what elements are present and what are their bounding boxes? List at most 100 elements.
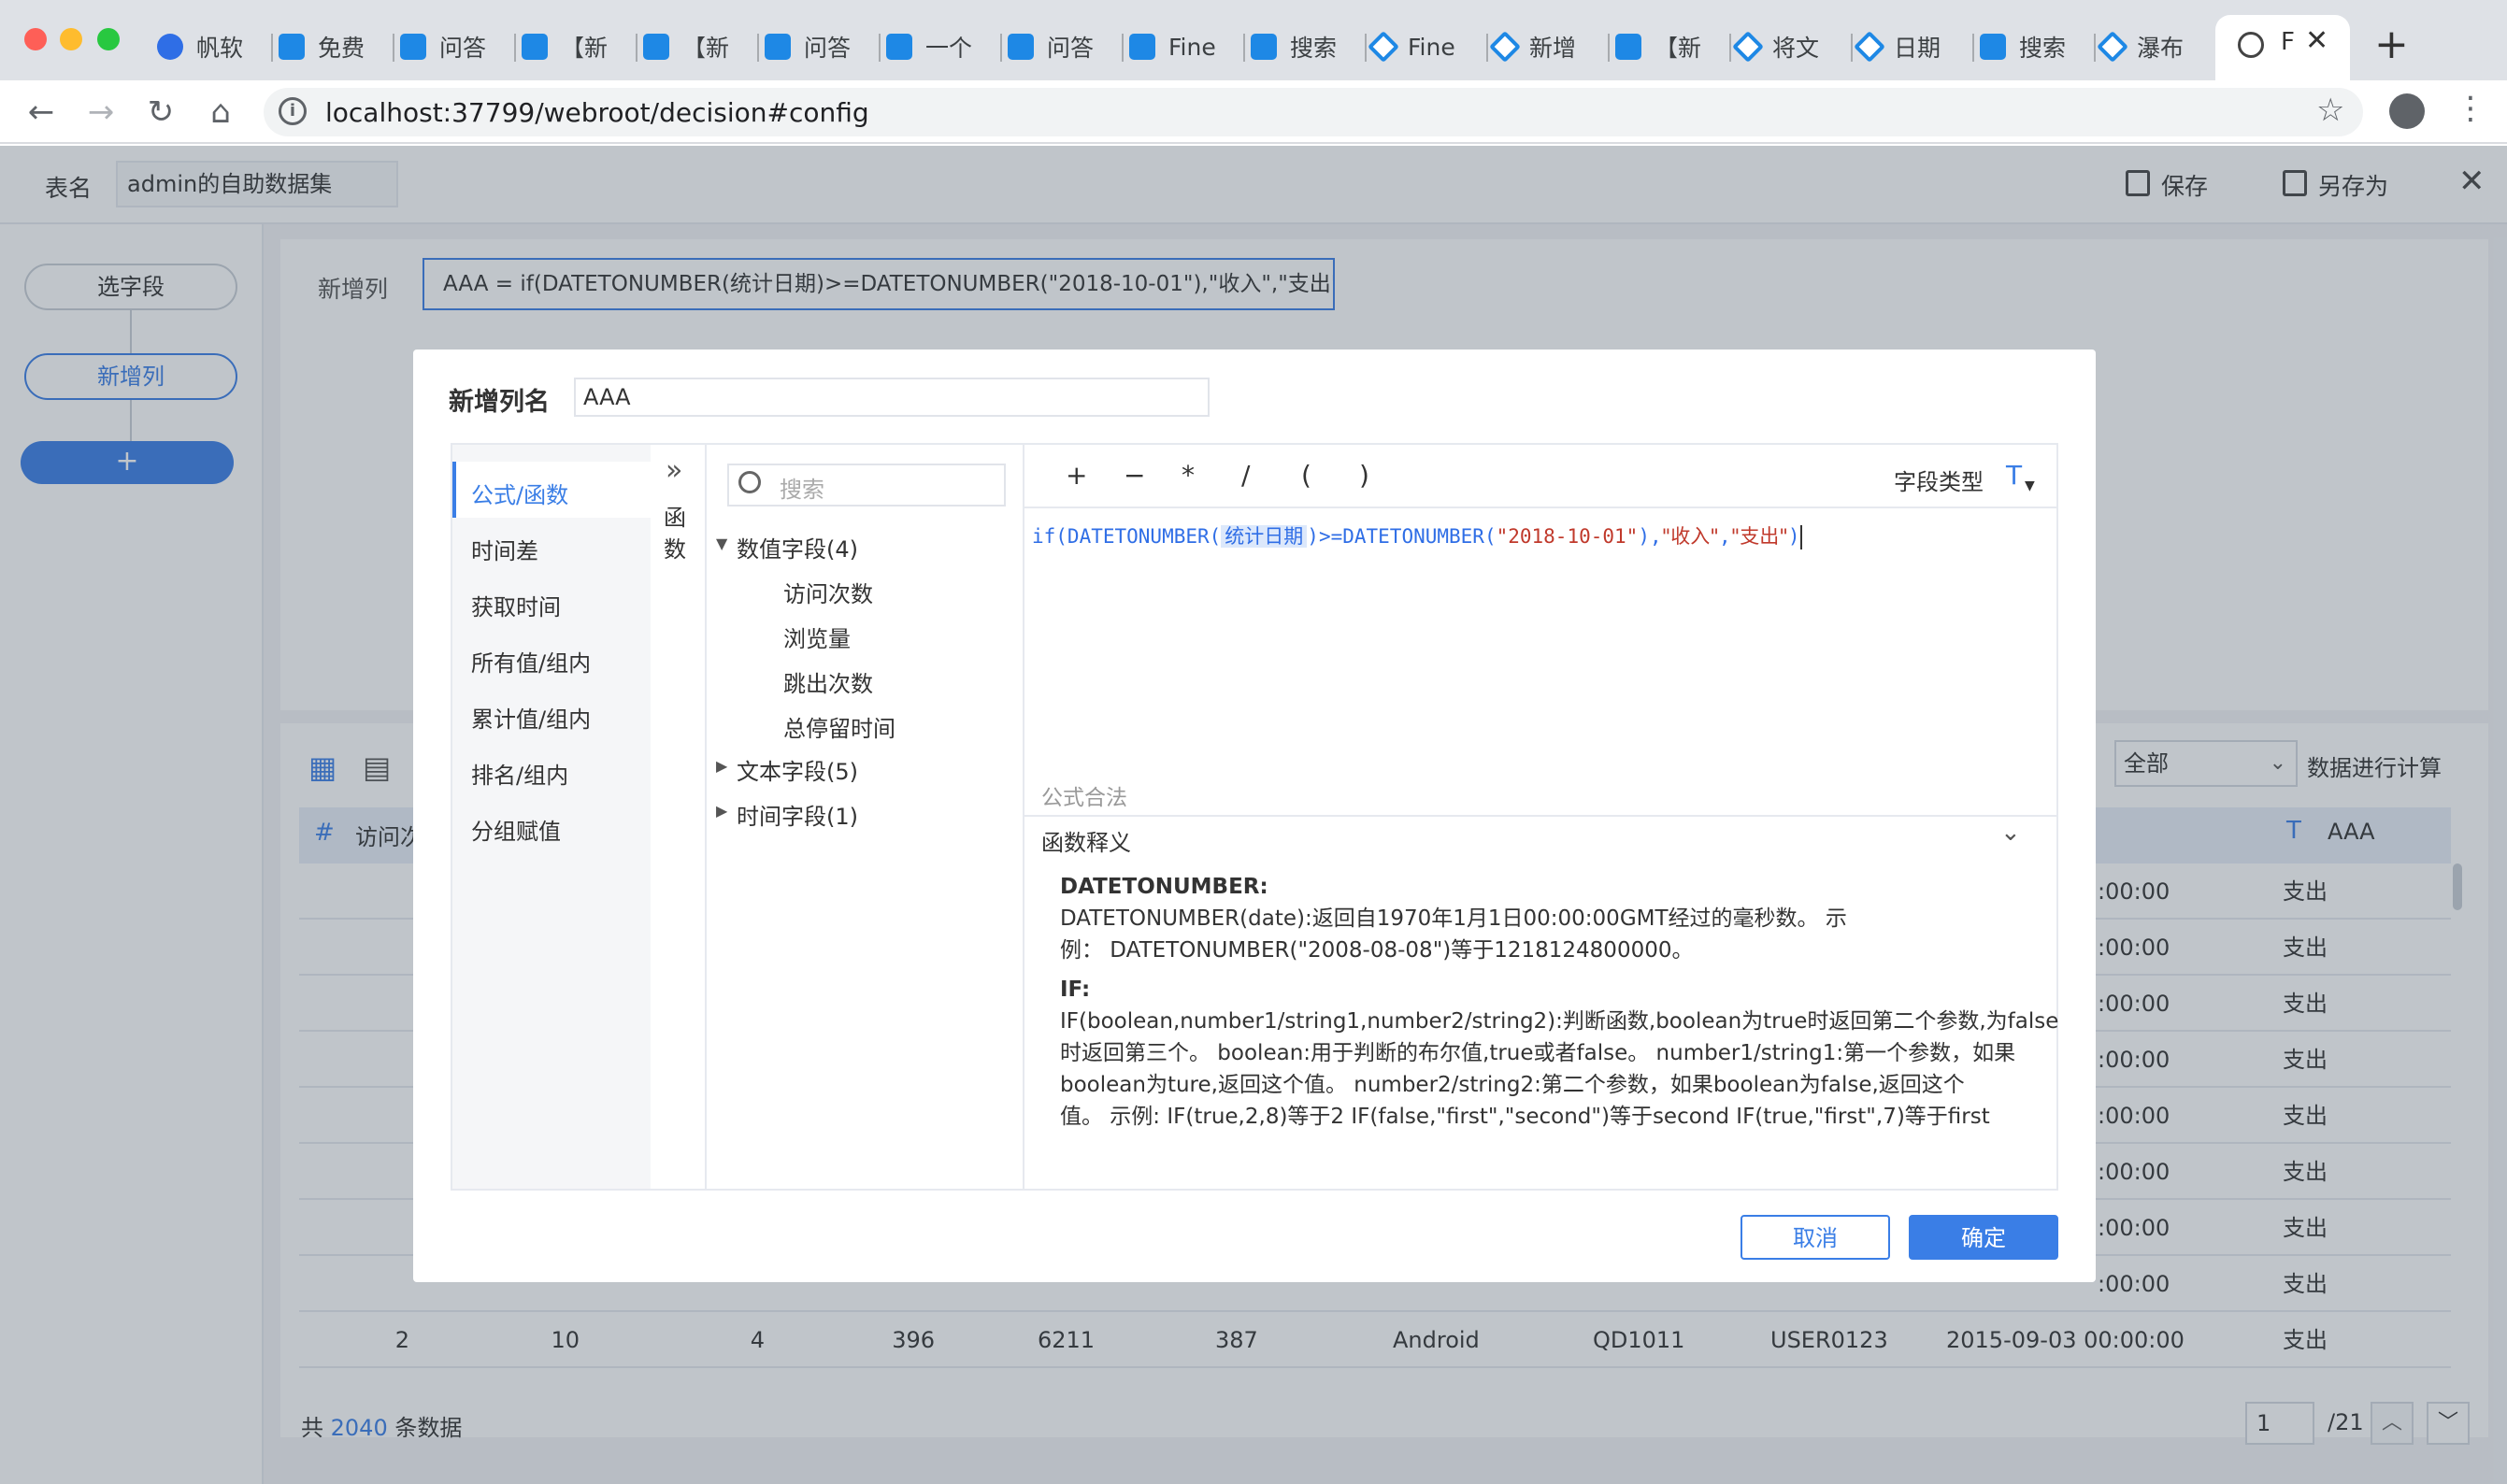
tab-separator bbox=[1122, 34, 1124, 62]
operator-button[interactable]: + bbox=[1066, 460, 1087, 491]
category-item[interactable]: 时间差 bbox=[471, 533, 538, 565]
explain-line: 例： DATETONUMBER("2008-08-08")等于121812480… bbox=[1060, 938, 1694, 963]
operator-button[interactable]: / bbox=[1241, 460, 1250, 491]
tab-separator bbox=[1972, 34, 1974, 62]
operator-button[interactable]: ( bbox=[1301, 460, 1311, 491]
formula-field-token[interactable]: 统计日期 bbox=[1221, 525, 1308, 548]
finereport-icon bbox=[1251, 34, 1277, 60]
field-type-dropdown-icon[interactable]: ▼ bbox=[2025, 478, 2035, 493]
field-search-input[interactable] bbox=[727, 464, 1006, 507]
field-type-value[interactable]: T bbox=[2006, 460, 2022, 491]
function-tab-char-1[interactable]: 函 bbox=[664, 499, 686, 532]
formula-token: , bbox=[1718, 525, 1731, 548]
back-arrow-icon[interactable]: ← bbox=[22, 93, 60, 131]
category-item[interactable]: 所有值/组内 bbox=[471, 645, 591, 678]
tab-separator bbox=[2094, 34, 2096, 62]
operator-button[interactable]: ) bbox=[1359, 460, 1369, 491]
browser-tab[interactable]: 一个 bbox=[886, 21, 972, 73]
browser-tab[interactable]: 瀑布 bbox=[2097, 21, 2185, 73]
numeric-field-item[interactable]: 跳出次数 bbox=[783, 665, 873, 698]
browser-tab[interactable]: 日期 bbox=[1854, 21, 1941, 73]
explain-line: 时返回第三个。 boolean:用于判断的布尔值,true或者false。 nu… bbox=[1060, 1041, 2016, 1065]
editor-divider bbox=[1023, 445, 1024, 1189]
finereport-icon bbox=[522, 34, 548, 60]
browser-tab[interactable]: 【新 bbox=[1615, 21, 1701, 73]
close-tab-icon[interactable]: ✕ bbox=[2305, 24, 2328, 57]
tree-group-numeric[interactable]: 数值字段(4) bbox=[737, 531, 858, 564]
column-name-input[interactable]: AAA bbox=[574, 378, 1210, 417]
expanded-arrow-icon[interactable]: ▼ bbox=[716, 535, 727, 552]
zoom-window-button[interactable] bbox=[97, 28, 120, 50]
tab-separator bbox=[1729, 34, 1731, 62]
browser-tab[interactable]: 免费 bbox=[279, 21, 365, 73]
category-item[interactable]: 分组赋值 bbox=[471, 813, 561, 846]
browser-tab[interactable]: 问答 bbox=[400, 21, 486, 73]
field-search-placeholder: 搜索 bbox=[780, 477, 824, 503]
close-window-button[interactable] bbox=[24, 28, 47, 50]
category-item[interactable]: 累计值/组内 bbox=[471, 701, 591, 734]
function-explain-title: 函数释义 bbox=[1041, 830, 1131, 856]
function-tab-char-2[interactable]: 数 bbox=[664, 531, 686, 564]
formula-string: "支出" bbox=[1730, 525, 1788, 548]
minimize-window-button[interactable] bbox=[60, 28, 82, 50]
home-icon[interactable]: ⌂ bbox=[202, 93, 239, 131]
browser-tab[interactable]: 问答 bbox=[1008, 21, 1094, 73]
info-icon[interactable]: i bbox=[279, 97, 307, 125]
numeric-field-item[interactable]: 浏览量 bbox=[783, 621, 851, 653]
category-item[interactable]: 公式/函数 bbox=[471, 477, 568, 509]
formula-code-editor[interactable]: if(DATETONUMBER(统计日期)>=DATETONUMBER("201… bbox=[1032, 521, 1802, 549]
browser-tab[interactable]: Fine bbox=[1368, 21, 1455, 73]
collapse-chevron-icon[interactable]: ⌄ bbox=[2000, 819, 2021, 847]
finereport-icon bbox=[886, 34, 912, 60]
operator-button[interactable]: − bbox=[1124, 460, 1145, 491]
profile-avatar-icon[interactable] bbox=[2389, 93, 2425, 129]
browser-tab[interactable]: Fine bbox=[1129, 21, 1216, 73]
finereport-icon bbox=[765, 34, 791, 60]
browser-tab[interactable]: 新增 bbox=[1489, 21, 1576, 73]
browser-tab[interactable]: 搜索 bbox=[1251, 21, 1337, 73]
browser-tab[interactable]: 【新 bbox=[643, 21, 729, 73]
category-item[interactable]: 排名/组内 bbox=[471, 757, 568, 790]
formula-token: )>=DATETONUMBER( bbox=[1307, 525, 1497, 548]
globe-icon bbox=[2238, 32, 2264, 58]
category-item[interactable]: 获取时间 bbox=[471, 589, 561, 621]
explain-line: 值。 示例: IF(true,2,8)等于2 IF(false,"first",… bbox=[1060, 1105, 1990, 1129]
browser-tab-label: Fine bbox=[1168, 33, 1216, 61]
cancel-button[interactable]: 取消 bbox=[1741, 1215, 1890, 1260]
confirm-button[interactable]: 确定 bbox=[1909, 1215, 2058, 1260]
browser-tab-label: 问答 bbox=[1047, 35, 1095, 62]
new-tab-button[interactable]: + bbox=[2374, 21, 2409, 68]
browser-tab[interactable]: 将文 bbox=[1732, 21, 1819, 73]
browser-tab[interactable]: 搜索 bbox=[1980, 21, 2066, 73]
tab-separator bbox=[393, 34, 394, 62]
browser-menu-icon[interactable]: ⋮ bbox=[2455, 90, 2486, 127]
finereport-icon bbox=[400, 34, 426, 60]
tab-separator bbox=[1608, 34, 1610, 62]
explain-divider bbox=[1024, 815, 2056, 817]
reload-icon[interactable]: ↻ bbox=[142, 93, 179, 131]
tree-group-time[interactable]: 时间字段(1) bbox=[737, 798, 858, 831]
numeric-field-item[interactable]: 总停留时间 bbox=[783, 710, 895, 743]
browser-tab[interactable]: 帆软 bbox=[157, 21, 243, 73]
function-explain-body: DATETONUMBER: DATETONUMBER(date):返回自1970… bbox=[1060, 871, 2058, 1133]
tab-separator bbox=[636, 34, 637, 62]
collapsed-arrow-icon[interactable]: ▶ bbox=[716, 802, 727, 820]
explain-func-name: DATETONUMBER: bbox=[1060, 875, 1268, 899]
browser-tab-label: 瀑布 bbox=[2137, 35, 2185, 62]
tab-separator bbox=[1243, 34, 1245, 62]
browser-tab-label: 一个 bbox=[925, 35, 973, 62]
formula-string: "收入" bbox=[1661, 525, 1719, 548]
tree-group-text[interactable]: 文本字段(5) bbox=[737, 753, 858, 786]
numeric-field-item[interactable]: 访问次数 bbox=[783, 576, 873, 608]
forward-arrow-icon[interactable]: → bbox=[82, 93, 120, 131]
bookmark-star-icon[interactable]: ☆ bbox=[2316, 92, 2344, 129]
collapsed-arrow-icon[interactable]: ▶ bbox=[716, 757, 727, 775]
finereport-icon bbox=[1980, 34, 2006, 60]
expand-functions-icon[interactable]: » bbox=[666, 454, 682, 487]
browser-tab[interactable]: 问答 bbox=[765, 21, 851, 73]
browser-tab[interactable]: 【新 bbox=[522, 21, 608, 73]
browser-tab-label: 日期 bbox=[1894, 35, 1941, 62]
operator-button[interactable]: * bbox=[1182, 460, 1195, 491]
tab-separator bbox=[1365, 34, 1367, 62]
browser-tab-label: 问答 bbox=[804, 35, 852, 62]
